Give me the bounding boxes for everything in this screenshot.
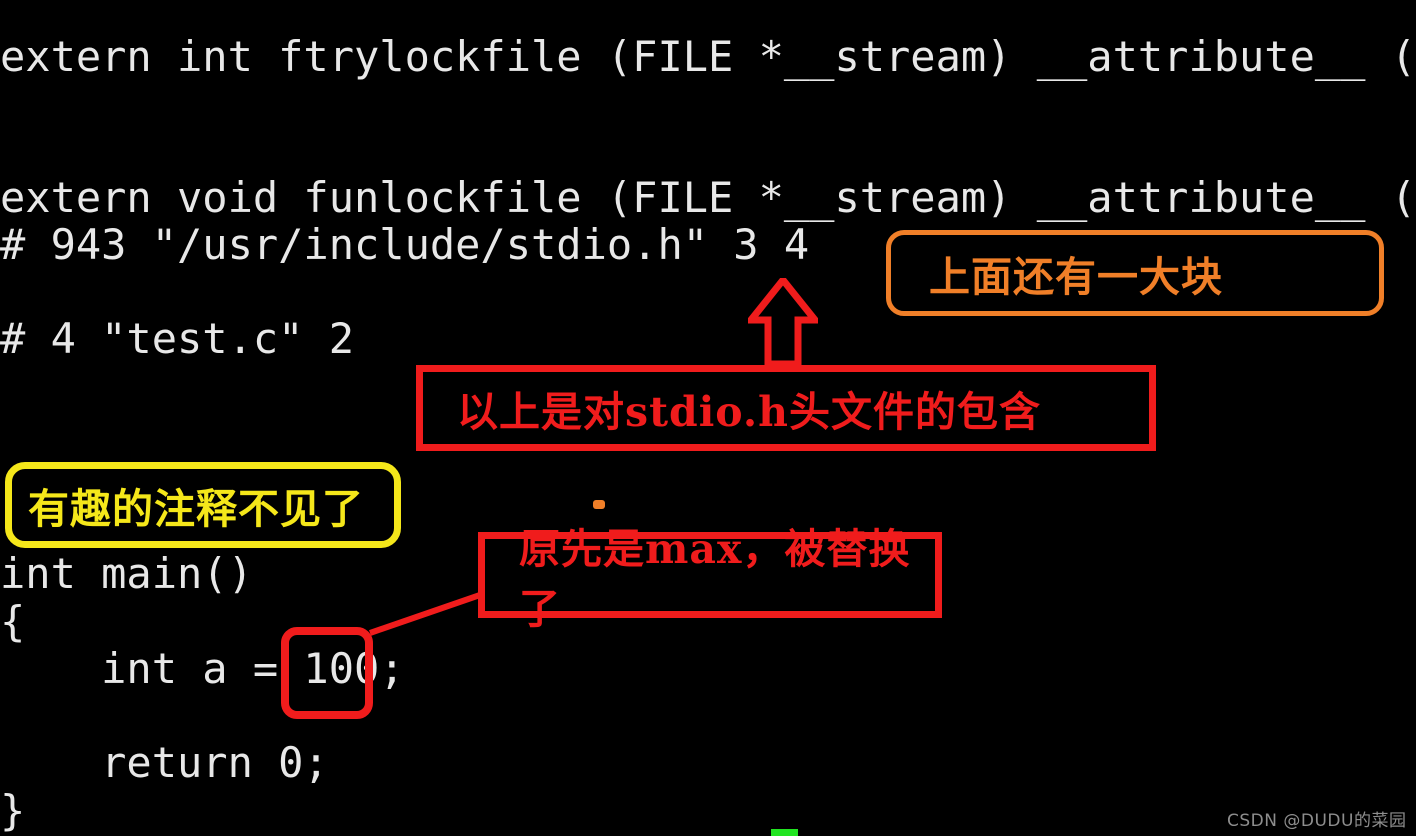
watermark: CSDN @DUDU的菜园 [1227,811,1407,831]
code-line: return 0; [0,738,329,787]
annotation-text: 原先是max，被替换了 [519,525,911,633]
code-line: # 4 "test.c" 2 [0,314,355,363]
code-line: int main() [0,549,253,598]
annotation-note-stdio-include: 以上是对stdio.h头文件的包含 [416,365,1156,451]
orange-dot-marker [593,500,605,509]
code-line: # 943 "/usr/include/stdio.h" 3 4 [0,220,810,269]
code-line: { [0,597,26,646]
annotation-text: 有趣的注释不见了 [28,485,364,533]
leader-line [369,592,481,636]
terminal-screenshot: extern int ftrylockfile (FILE *__stream)… [0,0,1416,836]
code-line: } [0,786,26,835]
annotation-note-was-max: 原先是max，被替换了 [478,525,942,633]
up-arrow-icon [743,274,823,370]
code-line: extern int ftrylockfile (FILE *__stream)… [0,32,1416,81]
value-highlight-box [281,627,373,719]
annotation-note-more-above: 上面还有一大块 [886,230,1384,316]
annotation-text: 以上是对stdio.h头文件的包含 [457,388,1041,436]
green-cursor-bar [771,829,798,836]
code-line: extern void funlockfile (FILE *__stream)… [0,173,1416,222]
annotation-note-comment-gone: 有趣的注释不见了 [5,462,401,548]
annotation-text: 上面还有一大块 [929,253,1223,301]
